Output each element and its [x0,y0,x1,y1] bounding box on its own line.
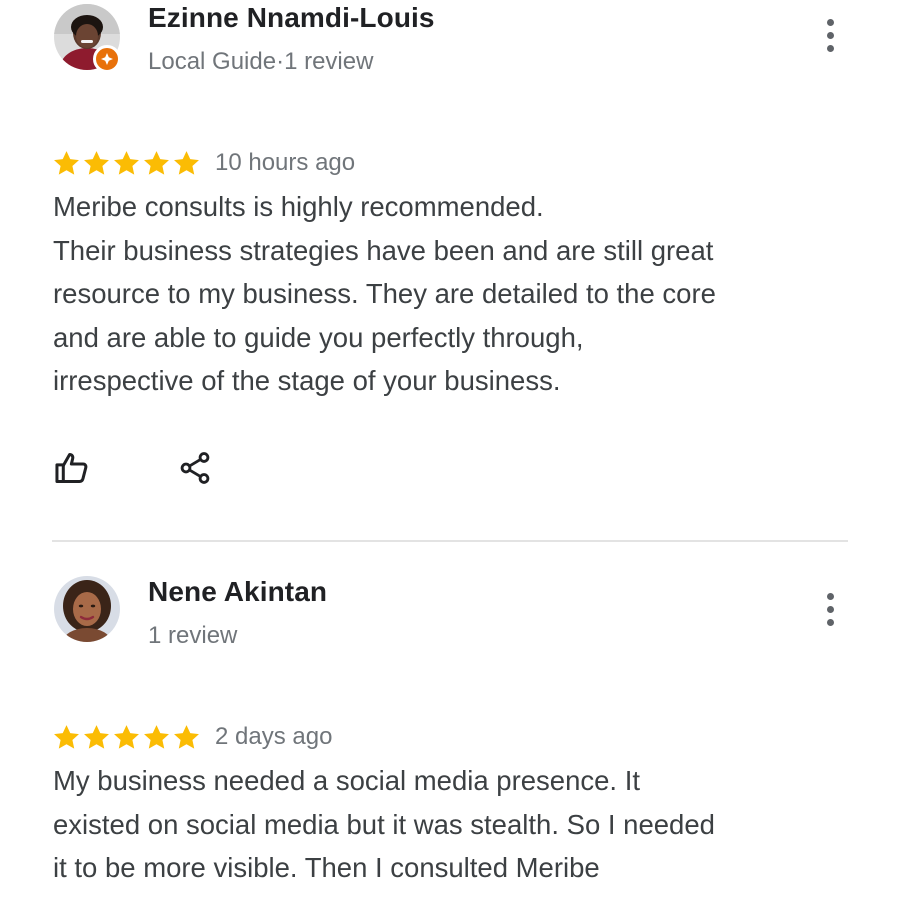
author-meta: Local Guide·1 review [148,48,374,75]
star-icon [144,724,169,749]
review-text-line: Meribe consults is highly recommended. [53,191,544,222]
share-icon[interactable] [175,448,215,488]
star-icon [84,724,109,749]
review-text: My business needed a social media presen… [53,759,853,890]
star-icon [144,150,169,175]
star-icon [114,724,139,749]
thumbs-up-icon[interactable] [52,448,92,488]
author-name[interactable]: Ezinne Nnamdi-Louis [148,2,435,34]
more-vert-icon[interactable] [810,587,850,631]
review-text: Meribe consults is highly recommended. T… [53,185,853,403]
reviews-page: Ezinne Nnamdi-Louis Local Guide·1 review… [0,0,900,900]
review-date: 2 days ago [215,723,333,750]
more-vert-icon[interactable] [810,13,850,57]
rating-row: 10 hours ago [52,146,355,180]
review-text-line: My business needed a social media presen… [53,765,640,796]
star-icon [174,150,199,175]
review-text-line: existed on social media but it was steal… [53,808,715,840]
star-icon [54,724,79,749]
review-text-line: irrespective of the stage of your busine… [53,365,561,396]
star-rating [52,149,201,178]
review-actions [52,448,215,488]
star-icon [54,150,79,175]
review-text-line: and are able to guide you perfectly thro… [53,321,584,353]
avatar[interactable] [54,576,120,642]
local-guide-badge-icon [93,45,121,73]
author-name[interactable]: Nene Akintan [148,576,327,608]
review-text-line: it to be more visible. Then I consulted … [53,852,600,883]
review-text-line: resource to my business. They are detail… [53,278,716,309]
divider [52,540,848,542]
star-icon [114,150,139,175]
star-rating [52,723,201,752]
review-date: 10 hours ago [215,149,356,176]
star-icon [174,724,199,749]
author-meta: 1 review [148,622,238,649]
review-text-line: Their business strategies have been and … [53,234,714,266]
star-icon [84,150,109,175]
rating-row: 2 days ago [52,720,332,754]
